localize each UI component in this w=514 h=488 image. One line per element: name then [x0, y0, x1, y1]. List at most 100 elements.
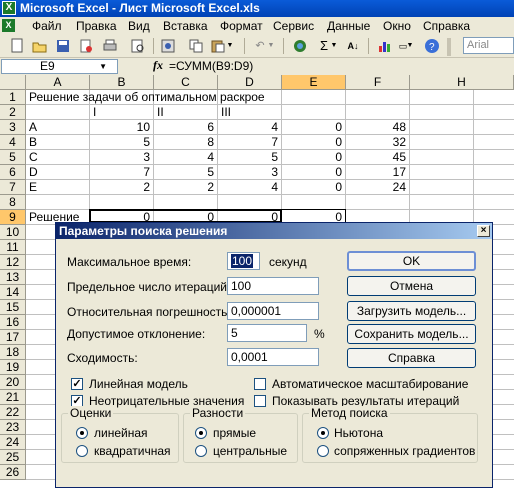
undo-icon[interactable]: ↶	[252, 38, 268, 54]
cancel-button[interactable]: Отмена	[347, 276, 476, 296]
max-iterations-input[interactable]: 100	[227, 277, 319, 295]
autosum-dropdown-icon[interactable]: ▼	[330, 38, 338, 54]
menu-help[interactable]: Справка	[423, 19, 470, 33]
cell-f5[interactable]: 45	[346, 150, 406, 165]
cell-f3[interactable]: 48	[346, 120, 406, 135]
cell-b4[interactable]: 5	[90, 135, 150, 150]
chart-wizard-icon[interactable]	[377, 38, 393, 54]
col-header-d[interactable]: D	[218, 75, 282, 90]
cell-b3[interactable]: 10	[90, 120, 150, 135]
cell-d6[interactable]: 3	[218, 165, 278, 180]
row-header-17[interactable]: 17	[0, 330, 26, 345]
row-header-24[interactable]: 24	[0, 435, 26, 450]
derivatives-forward-radio[interactable]	[195, 427, 207, 439]
row-header-12[interactable]: 12	[0, 255, 26, 270]
cell-a6[interactable]: D	[29, 165, 38, 180]
max-time-input[interactable]: 100	[227, 252, 260, 270]
cell-b2[interactable]: I	[93, 105, 96, 120]
menu-tools[interactable]: Сервис	[273, 19, 314, 33]
menu-file[interactable]: Файл	[32, 19, 62, 33]
cell-e4[interactable]: 0	[282, 135, 342, 150]
copy-icon[interactable]	[188, 38, 204, 54]
cell-d3[interactable]: 4	[218, 120, 278, 135]
row-header-7[interactable]: 7	[0, 180, 26, 195]
zoom-dropdown-icon[interactable]: ▼	[406, 38, 414, 54]
cell-e5[interactable]: 0	[282, 150, 342, 165]
cell-b5[interactable]: 3	[90, 150, 150, 165]
cell-d2[interactable]: III	[221, 105, 231, 120]
row-header-25[interactable]: 25	[0, 450, 26, 465]
row-header-10[interactable]: 10	[0, 225, 26, 240]
row-header-8[interactable]: 8	[0, 195, 26, 210]
cell-c6[interactable]: 5	[154, 165, 214, 180]
row-header-14[interactable]: 14	[0, 285, 26, 300]
search-newton-radio[interactable]	[317, 427, 329, 439]
print-icon[interactable]	[102, 38, 118, 54]
menu-edit[interactable]: Правка	[76, 19, 117, 33]
cell-a1-title[interactable]: Решение задачи об оптимальном раскрое	[29, 90, 265, 105]
open-icon[interactable]	[32, 38, 48, 54]
col-header-c[interactable]: C	[154, 75, 218, 90]
row-header-19[interactable]: 19	[0, 360, 26, 375]
precision-input[interactable]: 0,000001	[227, 302, 319, 320]
formula-input[interactable]: =СУММ(B9:D9)	[169, 59, 253, 73]
menu-insert[interactable]: Вставка	[163, 19, 208, 33]
help-button[interactable]: Справка	[347, 348, 476, 368]
col-header-f[interactable]: F	[346, 75, 410, 90]
row-header-16[interactable]: 16	[0, 315, 26, 330]
cell-c7[interactable]: 2	[154, 180, 214, 195]
tolerance-input[interactable]: 5	[227, 324, 307, 342]
cell-a4[interactable]: B	[29, 135, 37, 150]
cell-e7[interactable]: 0	[282, 180, 342, 195]
menu-window[interactable]: Окно	[383, 19, 411, 33]
row-header-13[interactable]: 13	[0, 270, 26, 285]
cell-f6[interactable]: 17	[346, 165, 406, 180]
chevron-down-icon[interactable]: ▼	[99, 60, 107, 73]
col-header-a[interactable]: A	[26, 75, 90, 90]
linear-model-checkbox[interactable]: ✓	[71, 378, 83, 390]
row-header-5[interactable]: 5	[0, 150, 26, 165]
cell-c4[interactable]: 8	[154, 135, 214, 150]
autoscale-checkbox[interactable]	[254, 378, 266, 390]
research-icon[interactable]	[160, 38, 176, 54]
sort-ascending-icon[interactable]: A↓	[345, 38, 361, 54]
row-header-6[interactable]: 6	[0, 165, 26, 180]
row-header-15[interactable]: 15	[0, 300, 26, 315]
row-header-2[interactable]: 2	[0, 105, 26, 120]
save-model-button[interactable]: Сохранить модель...	[347, 324, 476, 344]
col-header-e[interactable]: E	[282, 75, 346, 90]
row-header-26[interactable]: 26	[0, 465, 26, 480]
cell-c2[interactable]: II	[157, 105, 164, 120]
font-name-input[interactable]: Arial	[463, 37, 514, 54]
cell-a7[interactable]: E	[29, 180, 37, 195]
document-icon[interactable]: X	[2, 19, 15, 32]
paste-icon[interactable]	[210, 38, 226, 54]
row-header-20[interactable]: 20	[0, 375, 26, 390]
select-all-corner[interactable]	[0, 75, 26, 90]
ok-button[interactable]: OK	[347, 251, 476, 271]
excel-icon[interactable]: X	[2, 1, 16, 15]
cell-b7[interactable]: 2	[90, 180, 150, 195]
estimates-linear-radio[interactable]	[76, 427, 88, 439]
derivatives-central-radio[interactable]	[195, 445, 207, 457]
show-iterations-checkbox[interactable]	[254, 395, 266, 407]
paste-dropdown-icon[interactable]: ▼	[226, 38, 234, 54]
cell-a5[interactable]: C	[29, 150, 38, 165]
help-icon[interactable]: ?	[424, 38, 440, 54]
cell-c5[interactable]: 4	[154, 150, 214, 165]
cell-e6[interactable]: 0	[282, 165, 342, 180]
row-header-23[interactable]: 23	[0, 420, 26, 435]
cell-b6[interactable]: 7	[90, 165, 150, 180]
cell-d7[interactable]: 4	[218, 180, 278, 195]
menu-format[interactable]: Формат	[220, 19, 263, 33]
estimates-quadratic-radio[interactable]	[76, 445, 88, 457]
row-header-11[interactable]: 11	[0, 240, 26, 255]
cell-f4[interactable]: 32	[346, 135, 406, 150]
cell-a3[interactable]: A	[29, 120, 37, 135]
col-header-b[interactable]: B	[90, 75, 154, 90]
row-header-9[interactable]: 9	[0, 210, 26, 225]
menu-data[interactable]: Данные	[327, 19, 370, 33]
hyperlink-icon[interactable]	[292, 38, 308, 54]
col-header-h[interactable]: H	[410, 75, 514, 90]
row-header-21[interactable]: 21	[0, 390, 26, 405]
